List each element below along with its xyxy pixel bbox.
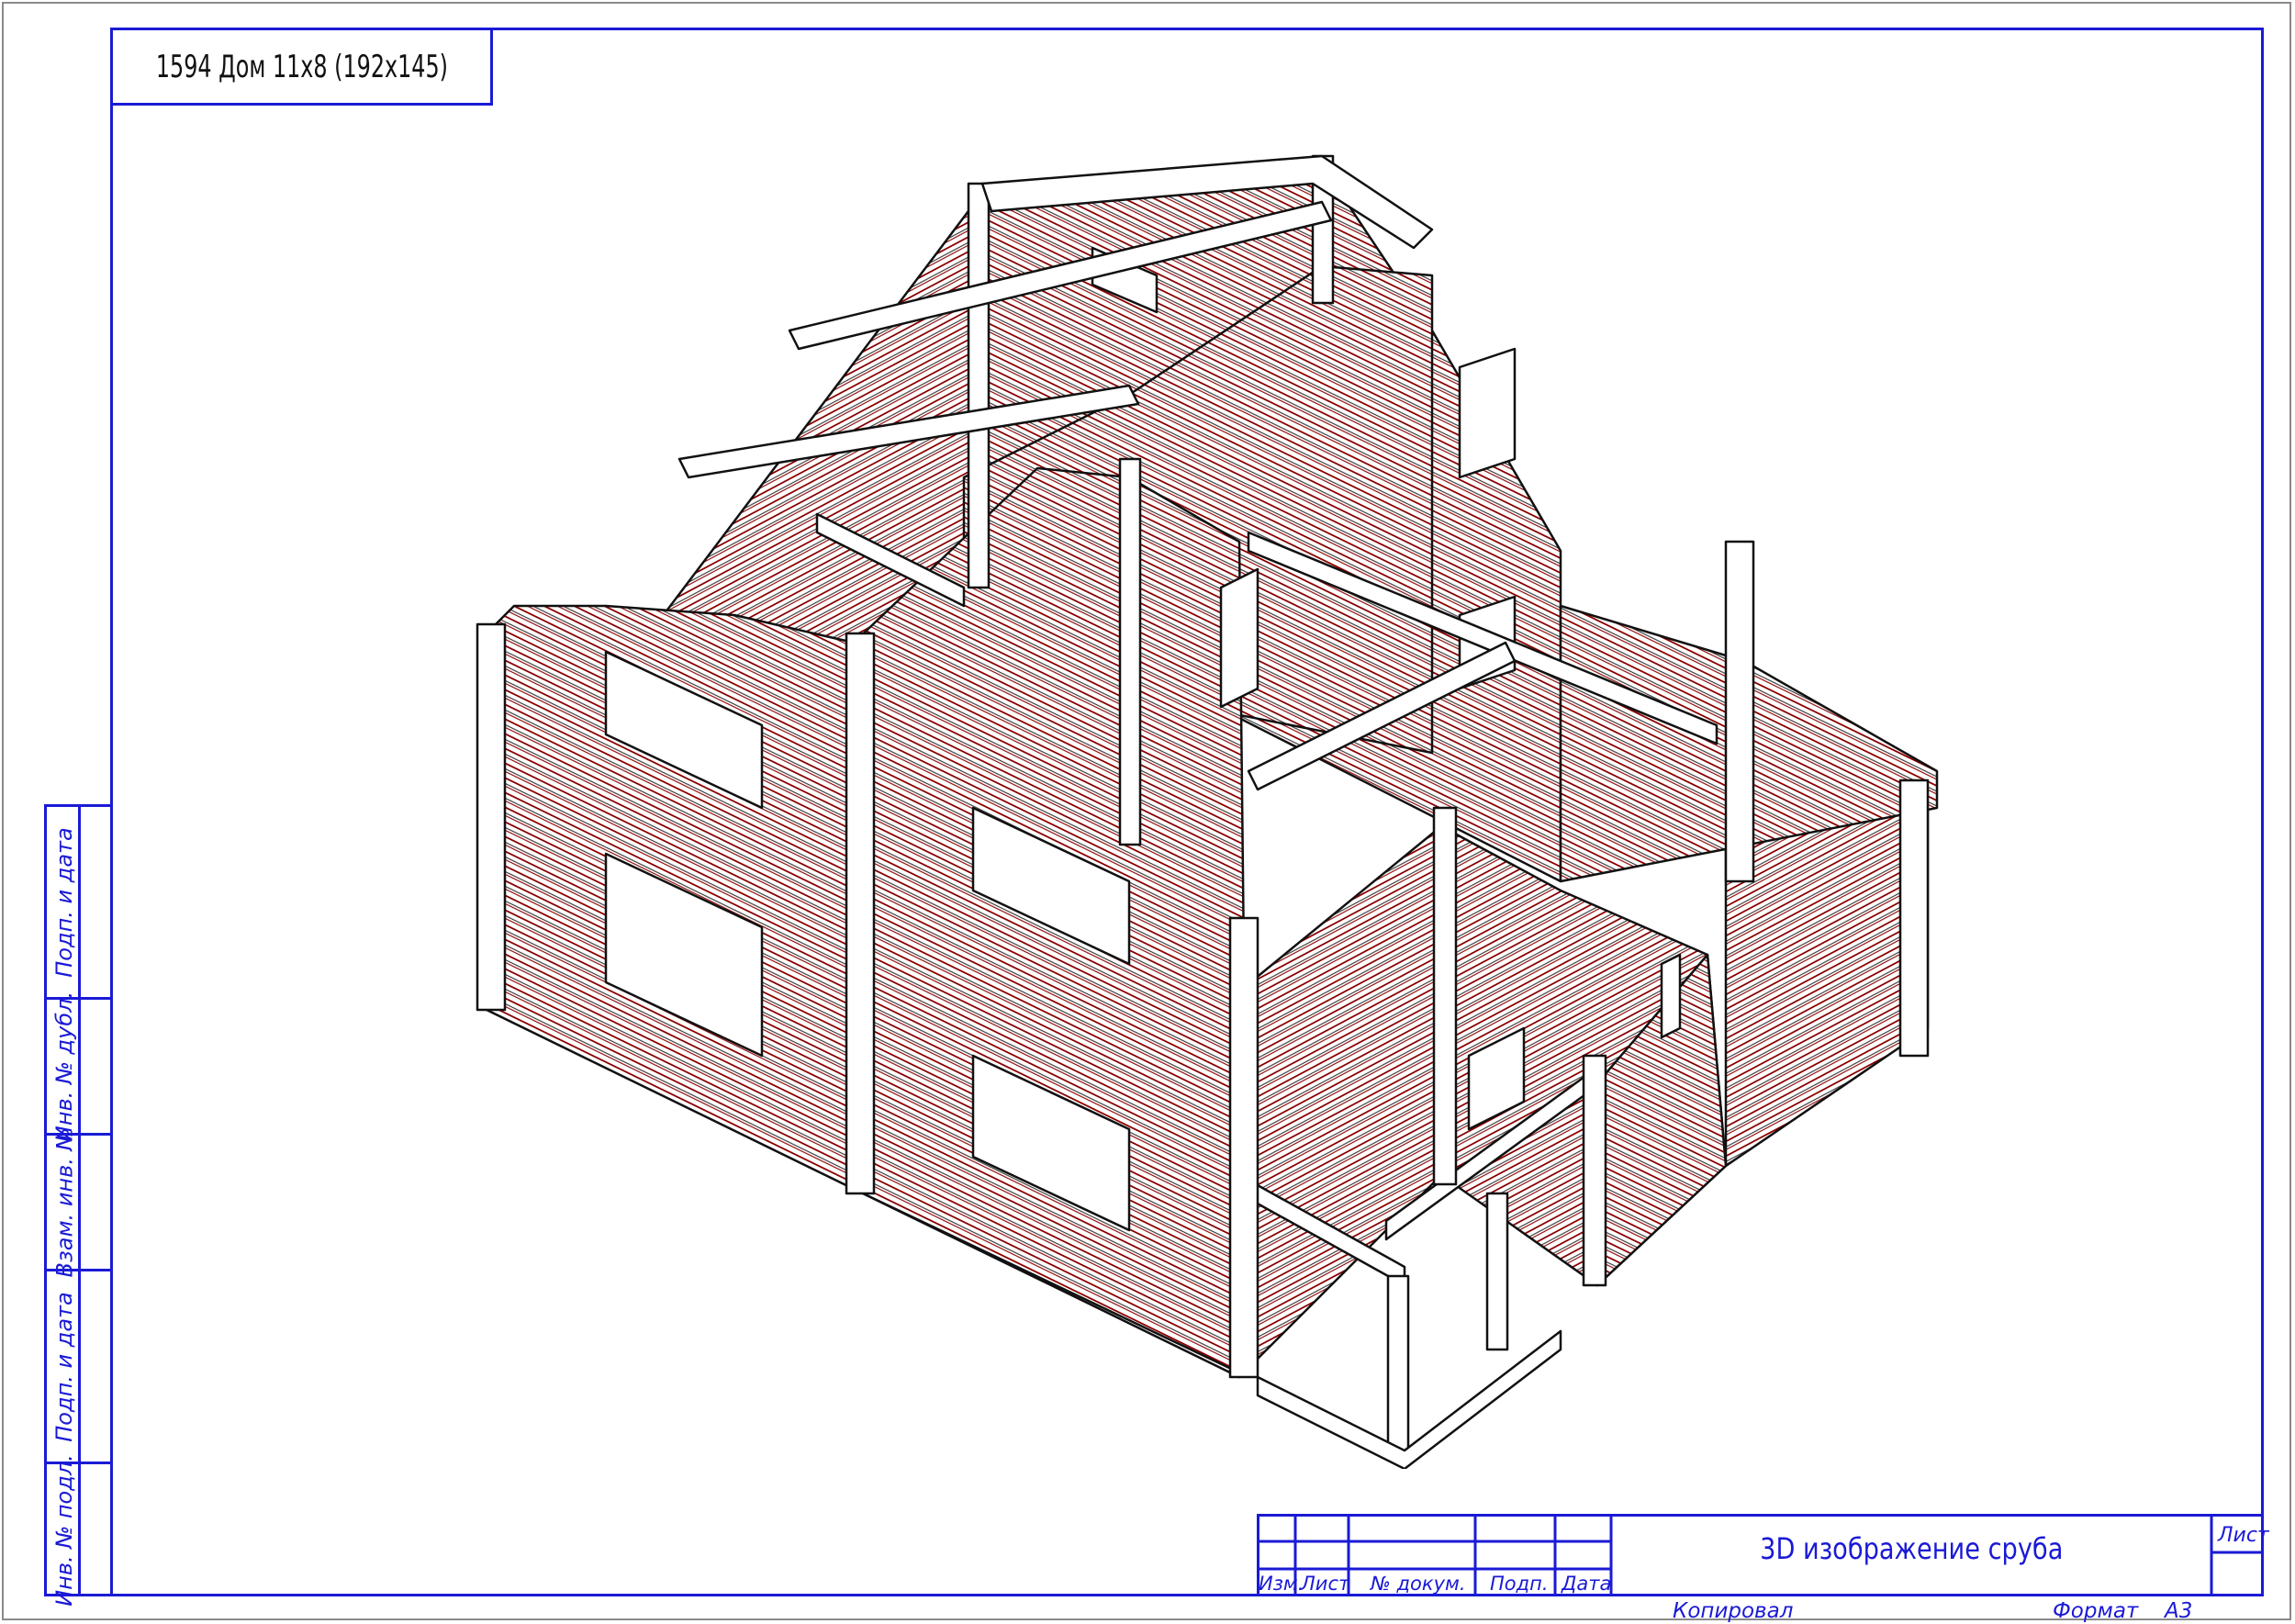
side-cell-5: Инв. № подл. bbox=[47, 1454, 110, 1607]
stamp-col-sign: Подп. bbox=[1490, 1573, 1549, 1595]
format-value: А3 bbox=[2165, 1599, 2193, 1623]
stamp-col-date: Дата bbox=[1562, 1573, 1612, 1595]
side-label-replace-inv: Взам. инв. № bbox=[51, 1127, 78, 1277]
sheet-label: Лист bbox=[2218, 1524, 2269, 1547]
drawing-name: 3D изображение сруба bbox=[1759, 1531, 2064, 1566]
project-title: 1594 Дом 11х8 (192х145) bbox=[155, 48, 448, 85]
front-right-wall bbox=[1237, 824, 1443, 1379]
project-title-box: 1594 Дом 11х8 (192х145) bbox=[110, 28, 493, 106]
stamp-col-doc: № докум. bbox=[1371, 1573, 1466, 1595]
copied-label: Копировал bbox=[1673, 1599, 1794, 1623]
side-cell-4: Подп. и дата bbox=[47, 1271, 110, 1464]
log-house-3d-view bbox=[476, 154, 1939, 1469]
side-cell-3: Взам. инв. № bbox=[47, 1127, 110, 1277]
side-label-orig-inv: Инв. № подл. bbox=[51, 1454, 78, 1607]
stamp-col-list: Лист bbox=[1301, 1573, 1350, 1595]
side-label-sign-date-2: Подп. и дата bbox=[51, 1291, 77, 1442]
side-stamp: Подп. и дата Инв. № дубл. Взам. инв. № П… bbox=[44, 804, 110, 1607]
stamp-col-izm: Изм. bbox=[1259, 1573, 1304, 1595]
side-cell-2: Инв. № дубл. bbox=[47, 991, 110, 1142]
side-label-dup-inv: Инв. № дубл. bbox=[51, 991, 78, 1142]
drawing-sheet: 1594 Дом 11х8 (192х145) Подп. и дата Инв… bbox=[0, 0, 2295, 1624]
format-label: Формат bbox=[2053, 1599, 2139, 1623]
side-cell-1: Подп. и дата bbox=[47, 807, 110, 1000]
side-label-sign-date-1: Подп. и дата bbox=[51, 826, 77, 978]
